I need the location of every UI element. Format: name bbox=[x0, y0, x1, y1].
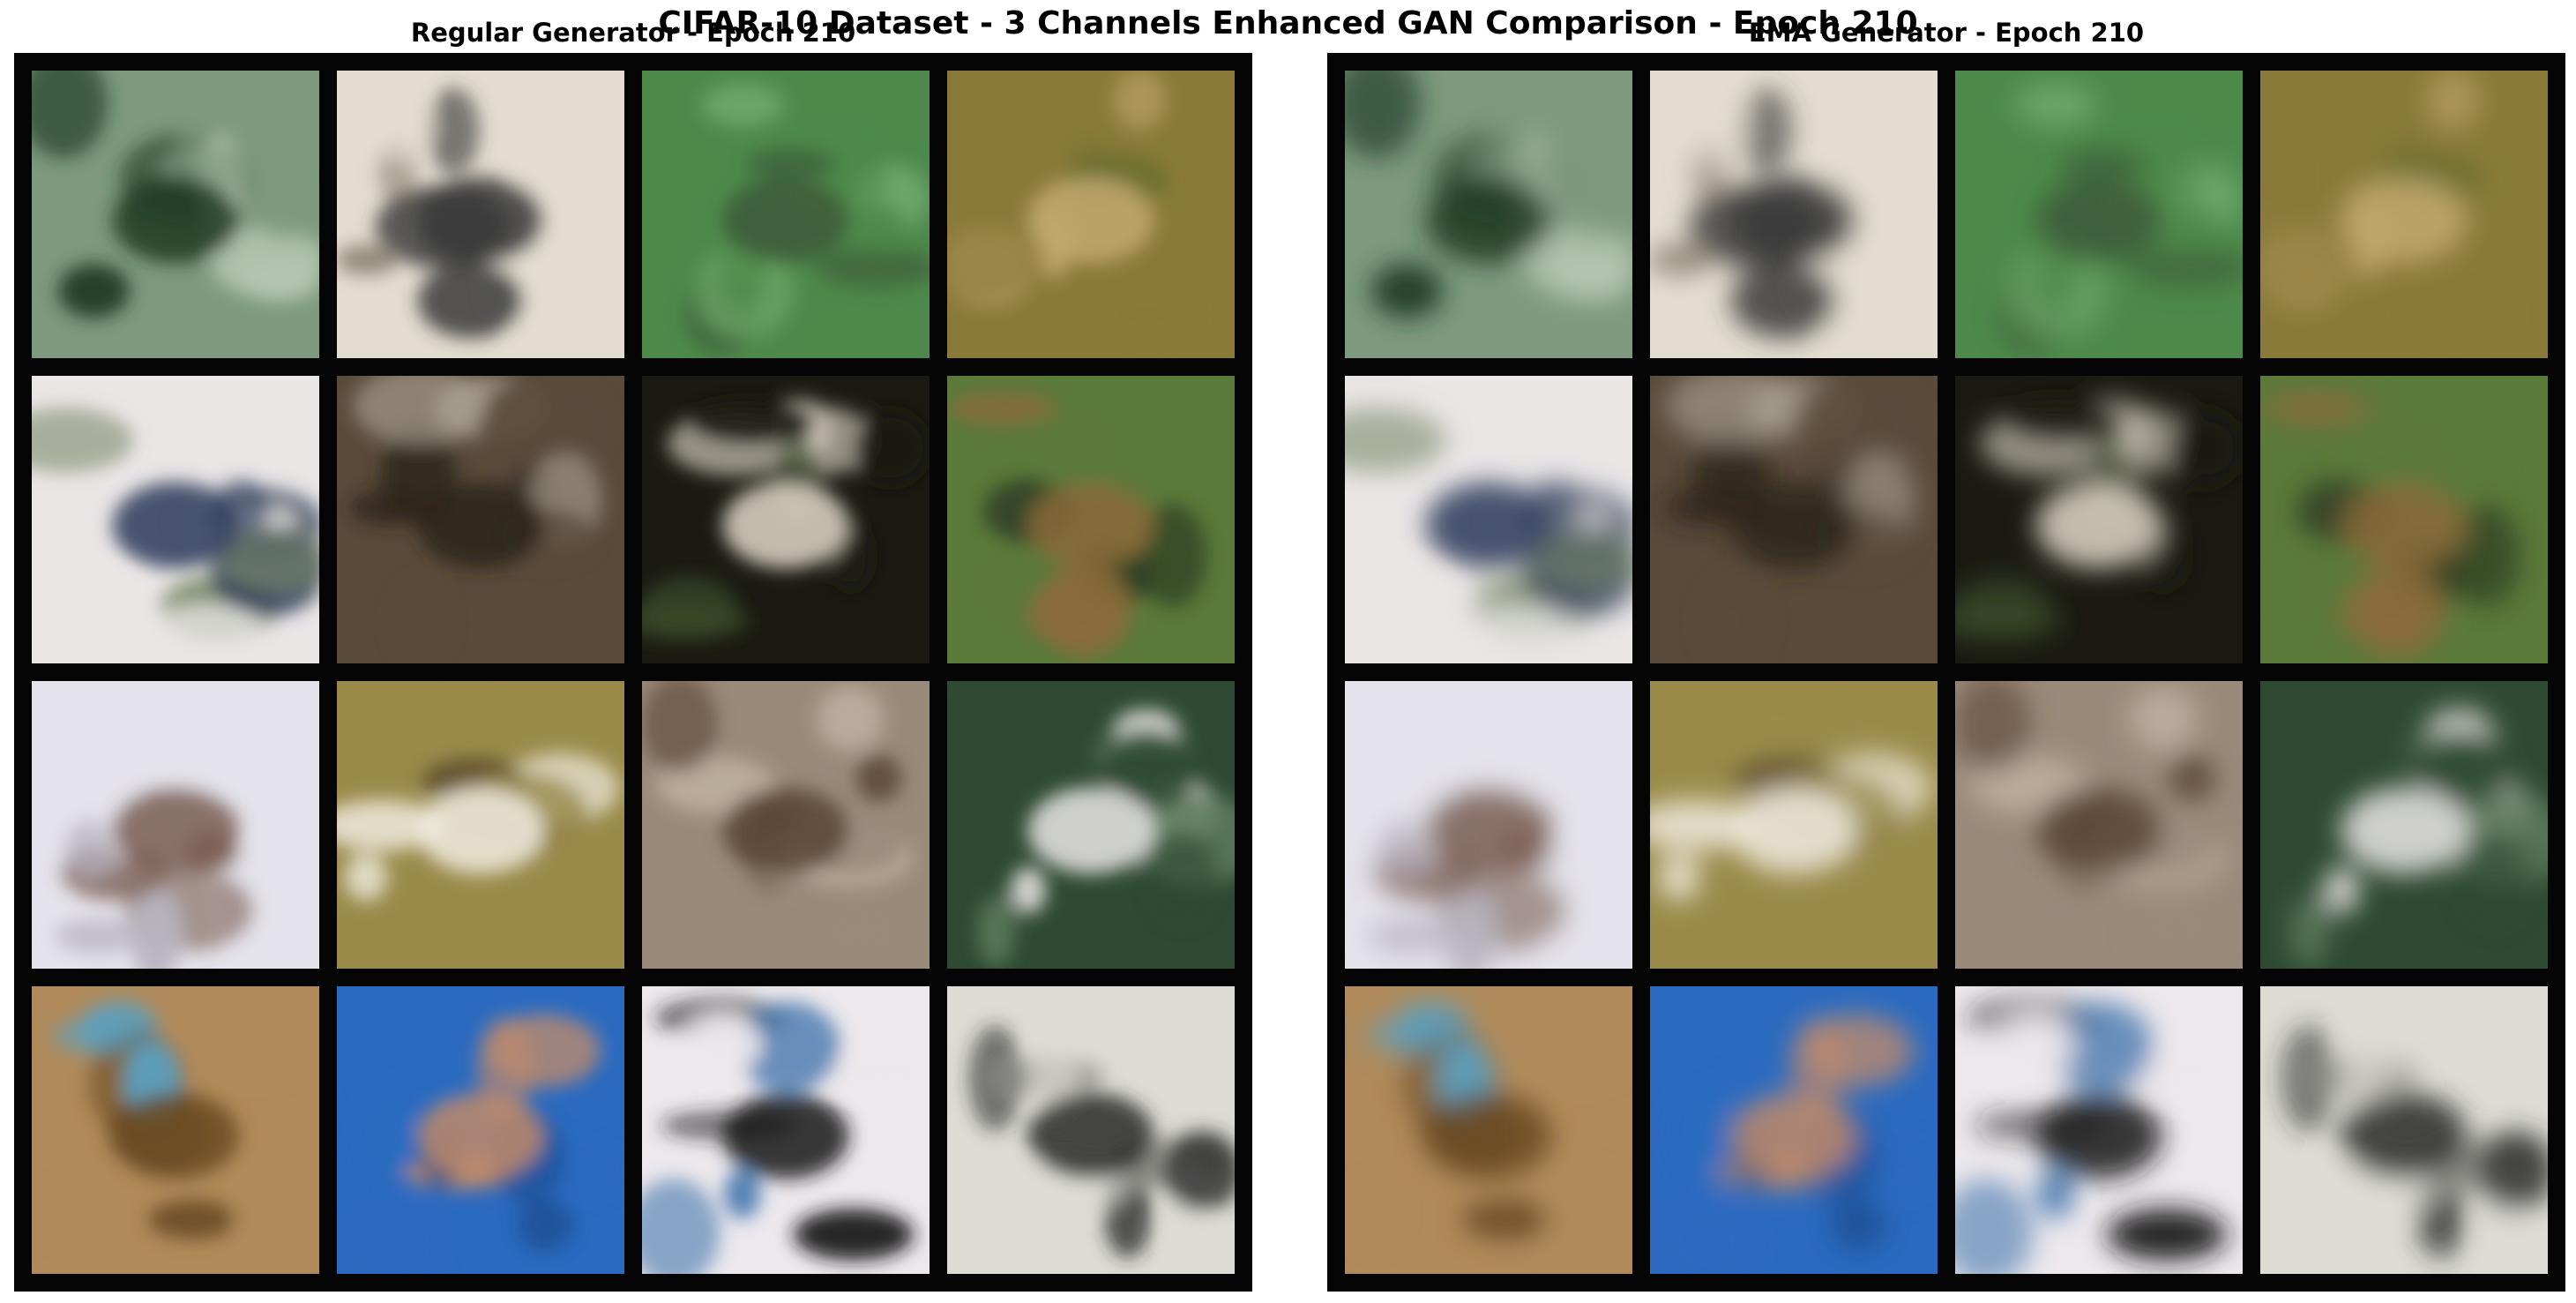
generated-sample-image bbox=[337, 986, 624, 1274]
generated-sample-image bbox=[1650, 681, 1938, 969]
generated-sample-image bbox=[32, 376, 319, 663]
generated-sample-image bbox=[32, 986, 319, 1274]
generated-sample-image bbox=[947, 376, 1235, 663]
generated-sample-image bbox=[947, 986, 1235, 1274]
generated-sample-image bbox=[2260, 71, 2548, 358]
generated-sample-image bbox=[2260, 681, 2548, 969]
generated-sample-image bbox=[947, 681, 1235, 969]
generated-sample-image bbox=[1650, 71, 1938, 358]
generated-sample-image bbox=[2260, 986, 2548, 1274]
generated-sample-image bbox=[1650, 376, 1938, 663]
generated-sample-image bbox=[642, 71, 930, 358]
generated-sample-image bbox=[2260, 376, 2548, 663]
figure-title: CIFAR-10 Dataset - 3 Channels Enhanced G… bbox=[658, 5, 1918, 41]
generated-sample-image bbox=[337, 681, 624, 969]
generated-sample-image bbox=[337, 71, 624, 358]
generated-sample-image bbox=[1955, 376, 2243, 663]
ema-sample-grid bbox=[1345, 71, 2548, 1274]
generated-sample-image bbox=[1955, 71, 2243, 358]
generated-sample-image bbox=[1955, 986, 2243, 1274]
generated-sample-image bbox=[642, 986, 930, 1274]
generated-sample-image bbox=[947, 71, 1235, 358]
generated-sample-image bbox=[642, 681, 930, 969]
regular-sample-grid bbox=[32, 71, 1235, 1274]
ema-generator-panel bbox=[1327, 53, 2565, 1292]
generated-sample-image bbox=[1955, 681, 2243, 969]
generated-sample-image bbox=[1650, 986, 1938, 1274]
regular-generator-panel bbox=[14, 53, 1252, 1292]
generated-sample-image bbox=[1345, 71, 1632, 358]
generated-sample-image bbox=[1345, 376, 1632, 663]
generated-sample-image bbox=[1345, 681, 1632, 969]
generated-sample-image bbox=[32, 71, 319, 358]
generated-sample-image bbox=[337, 376, 624, 663]
generated-sample-image bbox=[32, 681, 319, 969]
generated-sample-image bbox=[642, 376, 930, 663]
generated-sample-image bbox=[1345, 986, 1632, 1274]
